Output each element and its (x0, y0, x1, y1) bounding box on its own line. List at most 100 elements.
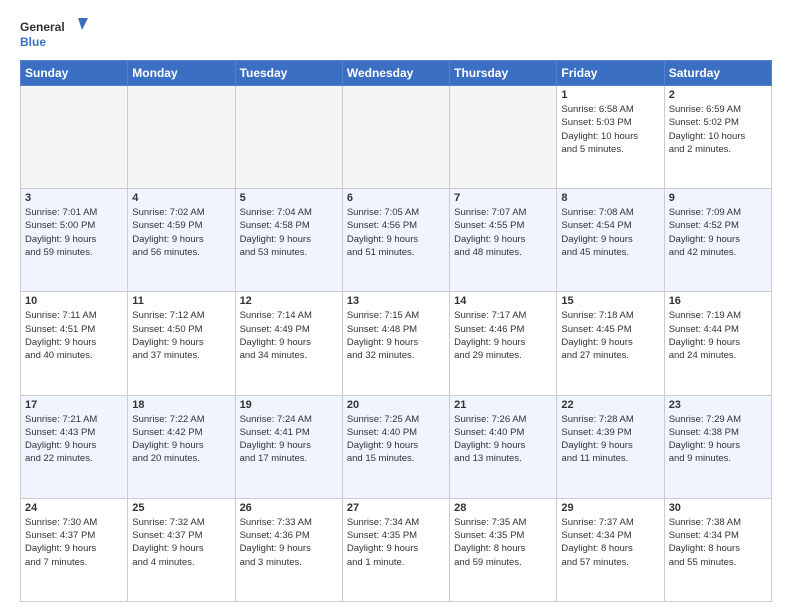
day-number: 16 (669, 295, 767, 307)
day-info: Sunrise: 7:34 AMSunset: 4:35 PMDaylight:… (347, 516, 445, 569)
day-info-line: Sunset: 4:39 PM (561, 427, 631, 438)
calendar-cell: 18Sunrise: 7:22 AMSunset: 4:42 PMDayligh… (128, 395, 235, 498)
day-info: Sunrise: 7:30 AM Sunset: 4:37 PM Daylight:… (25, 516, 123, 569)
day-info-line: Sunset: 4:55 PM (454, 220, 524, 231)
day-info: Sunrise: 6:59 AMSunset: 5:02 PMDaylight:… (669, 103, 767, 156)
day-number: 30 (669, 502, 767, 514)
day-info-line: and 29 minutes. (454, 350, 522, 361)
day-info-line: and 20 minutes. (132, 453, 200, 464)
day-number: 12 (240, 295, 338, 307)
day-info: Sunrise: 7:29 AMSunset: 4:38 PMDaylight:… (669, 413, 767, 466)
calendar-cell: 9Sunrise: 7:09 AMSunset: 4:52 PMDaylight… (664, 189, 771, 292)
day-info-line: Sunrise: 7:02 AM (132, 207, 204, 218)
calendar-table: SundayMondayTuesdayWednesdayThursdayFrid… (20, 60, 772, 602)
day-info-line: Sunrise: 7:15 AM (347, 310, 419, 321)
calendar-cell: 25Sunrise: 7:32 AMSunset: 4:37 PMDayligh… (128, 498, 235, 601)
day-info-line: Sunset: 4:51 PM (25, 324, 95, 335)
calendar-cell: 23 Sunrise: 7:29 AMSunset: 4:38 PMDayligh… (664, 395, 771, 498)
day-info-line: Sunset: 4:38 PM (669, 427, 739, 438)
day-info-line: Sunrise: 7:30 AM (25, 517, 97, 528)
day-info-line: Daylight: 9 hours (132, 543, 203, 554)
day-info-line: Daylight: 9 hours (561, 440, 632, 451)
day-info-line: Sunrise: 7:04 AM (240, 207, 312, 218)
day-number: 1 (561, 89, 659, 101)
day-number: 26 (240, 502, 338, 514)
day-info: Sunrise: 7:07 AMSunset: 4:55 PMDaylight:… (454, 206, 552, 259)
day-info-line: and 15 minutes. (347, 453, 415, 464)
day-info-line: Daylight: 9 hours (347, 234, 418, 245)
day-number: 19 (240, 399, 338, 411)
day-info-line: and 22 minutes. (25, 453, 93, 464)
day-info-line: Sunset: 4:35 PM (454, 530, 524, 541)
day-info-line: Sunrise: 7:18 AM (561, 310, 633, 321)
day-info-line: and 53 minutes. (240, 247, 308, 258)
day-info-line: Sunset: 4:49 PM (240, 324, 310, 335)
day-info-line: Daylight: 9 hours (132, 440, 203, 451)
day-info-line: Sunrise: 7:09 AM (669, 207, 741, 218)
day-info-line: and 17 minutes. (240, 453, 308, 464)
day-info-line: and 13 minutes. (454, 453, 522, 464)
day-info-line: Daylight: 9 hours (240, 440, 311, 451)
day-info-line: and 24 minutes. (669, 350, 737, 361)
calendar-cell (342, 86, 449, 189)
day-info-line: and 55 minutes. (669, 557, 737, 568)
day-info-line: Sunrise: 7:11 AM (25, 310, 97, 321)
calendar-cell: 19Sunrise: 7:24 AMSunset: 4:41 PMDayligh… (235, 395, 342, 498)
day-info-line: and 40 minutes. (25, 350, 93, 361)
day-info-line: Daylight: 9 hours (240, 337, 311, 348)
day-info-line: Daylight: 9 hours (25, 543, 96, 554)
day-info-line: and 34 minutes. (240, 350, 308, 361)
calendar-cell: 11Sunrise: 7:12 AMSunset: 4:50 PMDayligh… (128, 292, 235, 395)
day-info-line: Sunrise: 7:12 AM (132, 310, 204, 321)
day-number: 27 (347, 502, 445, 514)
day-info-line: Sunset: 4:40 PM (347, 427, 417, 438)
calendar-cell: 15Sunrise: 7:18 AMSunset: 4:45 PMDayligh… (557, 292, 664, 395)
calendar-week-row: 10 Sunrise: 7:11 AM Sunset: 4:51 PM Dayligh… (21, 292, 772, 395)
day-number: 10 (25, 295, 123, 307)
day-info: Sunrise: 7:21 AMSunset: 4:43 PMDaylight:… (25, 413, 123, 466)
col-header-monday: Monday (128, 61, 235, 86)
day-info-line: and 48 minutes. (454, 247, 522, 258)
day-info-line: Sunrise: 7:28 AM (561, 414, 633, 425)
calendar-cell: 24Sunrise: 7:30 AMSunset: 4:37 PMDayligh… (21, 498, 128, 601)
day-info-line: and 1 minute. (347, 557, 405, 568)
page: General Blue SundayMondayTuesdayWednesda… (0, 0, 792, 612)
day-number: 25 (132, 502, 230, 514)
day-number: 13 (347, 295, 445, 307)
calendar-cell: 29Sunrise: 7:37 AMSunset: 4:34 PMDayligh… (557, 498, 664, 601)
day-info-line: Sunrise: 7:34 AM (347, 517, 419, 528)
day-info-line: Daylight: 9 hours (25, 234, 96, 245)
day-info-line: and 3 minutes. (240, 557, 302, 568)
day-info-line: Daylight: 9 hours (240, 234, 311, 245)
calendar-week-row: 1Sunrise: 6:58 AMSunset: 5:03 PMDaylight… (21, 86, 772, 189)
svg-text:Blue: Blue (20, 35, 46, 49)
calendar-cell: 26Sunrise: 7:33 AMSunset: 4:36 PMDayligh… (235, 498, 342, 601)
day-info: Sunrise: 7:08 AMSunset: 4:54 PMDaylight:… (561, 206, 659, 259)
calendar-cell: 7Sunrise: 7:07 AMSunset: 4:55 PMDaylight… (450, 189, 557, 292)
day-info: Sunrise: 7:15 AMSunset: 4:48 PMDaylight:… (347, 309, 445, 362)
calendar-cell: 27 Sunrise: 7:34 AMSunset: 4:35 PMDayligh… (342, 498, 449, 601)
day-info-line: Daylight: 8 hours (454, 543, 525, 554)
day-info-line: Daylight: 9 hours (347, 440, 418, 451)
day-info: Sunrise: 7:25 AM Sunset: 4:40 PM Daylight:… (347, 413, 445, 466)
day-info: Sunrise: 7:04 AM Sunset: 4:58 PM Daylight:… (240, 206, 338, 259)
calendar-header-row: SundayMondayTuesdayWednesdayThursdayFrid… (21, 61, 772, 86)
calendar-cell: 30 Sunrise: 7:38 AMSunset: 4:34 PMDayligh… (664, 498, 771, 601)
calendar-week-row: 17Sunrise: 7:21 AMSunset: 4:43 PMDayligh… (21, 395, 772, 498)
day-info-line: Daylight: 9 hours (347, 337, 418, 348)
day-info-line: and 59 minutes. (25, 247, 93, 258)
col-header-sunday: Sunday (21, 61, 128, 86)
day-number: 8 (561, 192, 659, 204)
day-info-line: Sunrise: 7:14 AM (240, 310, 312, 321)
col-header-friday: Friday (557, 61, 664, 86)
day-info-line: Sunset: 4:37 PM (25, 530, 95, 541)
calendar-cell: 13 Sunrise: 7:15 AMSunset: 4:48 PMDayligh… (342, 292, 449, 395)
day-number: 23 (669, 399, 767, 411)
day-info-line: Sunset: 4:45 PM (561, 324, 631, 335)
day-info-line: Sunset: 4:58 PM (240, 220, 310, 231)
day-info-line: Sunrise: 7:25 AM (347, 414, 419, 425)
day-info-line: Daylight: 9 hours (240, 543, 311, 554)
calendar-cell: 28Sunrise: 7:35 AMSunset: 4:35 PMDayligh… (450, 498, 557, 601)
day-number: 15 (561, 295, 659, 307)
day-info: Sunrise: 7:38 AMSunset: 4:34 PMDaylight:… (669, 516, 767, 569)
